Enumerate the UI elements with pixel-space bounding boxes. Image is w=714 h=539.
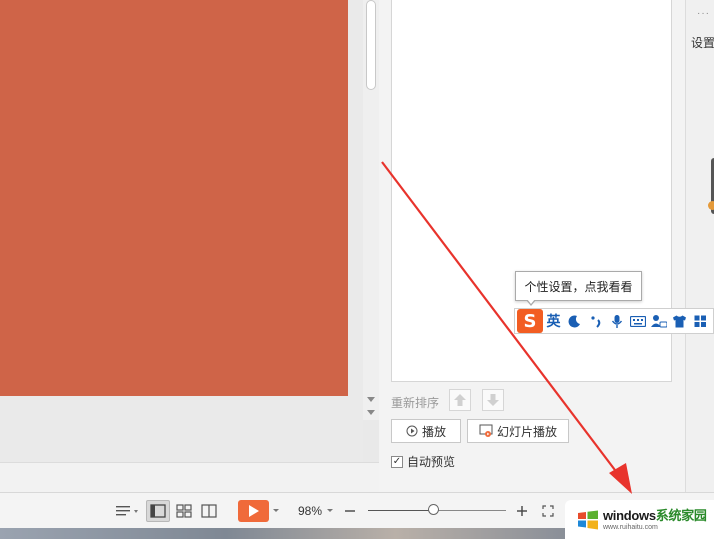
auto-preview-label: 自动预览 [407, 455, 456, 469]
animation-pane: 重新排序 播放 幻灯片播放 ✓ 自动预览 [379, 0, 685, 492]
arrow-up-icon [454, 394, 466, 406]
watermark-brand: windows系统家园 [603, 509, 707, 522]
watermark-text: windows系统家园 www.ruihaitu.com [603, 509, 707, 531]
grid-shape [694, 315, 706, 327]
fit-screen-icon [542, 505, 554, 517]
skin-icon[interactable] [669, 309, 690, 333]
chevron-down-shape [273, 509, 279, 512]
user-settings-shape [650, 315, 667, 328]
settings-tab[interactable]: 设置 [691, 34, 714, 51]
keyboard-shape [629, 315, 646, 327]
arrow-down-icon [487, 394, 499, 406]
zoom-slider[interactable] [368, 504, 506, 515]
play-animation-button[interactable]: 播放 [391, 419, 461, 443]
scroll-page-down-icon[interactable] [367, 410, 375, 415]
notes-area[interactable] [0, 462, 379, 492]
minus-icon [345, 510, 355, 512]
watermark-brand-cn: 系统家园 [655, 507, 707, 523]
play-circle-icon [406, 425, 418, 437]
reorder-label: 重新排序 [391, 396, 440, 410]
zoom-out-button[interactable] [342, 500, 358, 522]
scroll-down-icon[interactable] [367, 397, 375, 402]
canvas-scrollbar[interactable] [363, 0, 379, 420]
ime-tooltip-text: 个性设置，点我看看 [524, 279, 633, 294]
right-sidebar: ··· 设置 [685, 0, 714, 492]
toolbox-icon[interactable] [690, 309, 711, 333]
notes-toggle-icon[interactable] [114, 500, 142, 522]
sogou-logo-icon[interactable]: S [517, 309, 543, 333]
tshirt-shape [673, 315, 686, 327]
zoom-in-button[interactable] [514, 500, 530, 522]
chevron-down-icon[interactable] [271, 500, 281, 522]
reading-view-button[interactable] [198, 500, 220, 522]
slide-sorter-button[interactable] [173, 500, 195, 522]
auto-preview-checkbox[interactable]: ✓ 自动预览 [391, 453, 455, 470]
punctuation-shape [590, 315, 600, 328]
ime-tooltip: 个性设置，点我看看 [515, 271, 642, 306]
move-down-button[interactable] [482, 389, 504, 411]
moon-shape [568, 314, 580, 327]
slideshow-label: 幻灯片播放 [496, 424, 557, 439]
play-icon [248, 505, 259, 517]
move-up-button[interactable] [449, 389, 471, 411]
plus-icon [517, 506, 527, 516]
normal-view-icon [150, 504, 166, 518]
moon-icon[interactable] [564, 309, 585, 333]
windows-logo-icon [578, 510, 598, 529]
list-lines-shape [116, 506, 138, 516]
watermark: windows系统家园 www.ruihaitu.com [565, 500, 714, 539]
zoom-level[interactable]: 98% [298, 504, 322, 518]
more-icon[interactable]: ··· [697, 8, 710, 19]
normal-view-button[interactable] [146, 500, 170, 522]
zoom-slider-handle[interactable] [427, 504, 439, 515]
play-label: 播放 [421, 424, 446, 439]
grid-view-icon [176, 504, 192, 518]
book-icon [201, 504, 217, 518]
slideshow-button[interactable]: 幻灯片播放 [467, 419, 569, 443]
microphone-icon[interactable] [606, 309, 627, 333]
fit-window-button[interactable] [540, 500, 556, 522]
ime-toolbar: S 英 [514, 308, 714, 334]
slideshow-icon [479, 424, 493, 437]
microphone-shape [611, 314, 622, 328]
tooltip-tail-inner [527, 299, 535, 304]
play-slideshow-button[interactable] [238, 500, 269, 522]
zoom-slider-fill [368, 510, 433, 511]
watermark-brand-windows: windows [603, 507, 656, 523]
zoom-menu-chevron-icon[interactable] [325, 500, 335, 522]
thermometer-bulb-icon [708, 201, 714, 210]
taskbar-strip [0, 528, 565, 539]
scrollbar-thumb[interactable] [366, 0, 376, 90]
user-settings-icon[interactable] [648, 309, 669, 333]
language-toggle[interactable]: 英 [543, 309, 564, 333]
chevron-shape [327, 509, 333, 512]
checkbox-checked-icon[interactable]: ✓ [391, 455, 403, 468]
punctuation-icon[interactable] [585, 309, 606, 333]
slide-canvas[interactable] [0, 0, 363, 462]
watermark-url: www.ruihaitu.com [603, 523, 658, 531]
keyboard-icon[interactable] [627, 309, 648, 333]
slide[interactable] [0, 0, 348, 396]
